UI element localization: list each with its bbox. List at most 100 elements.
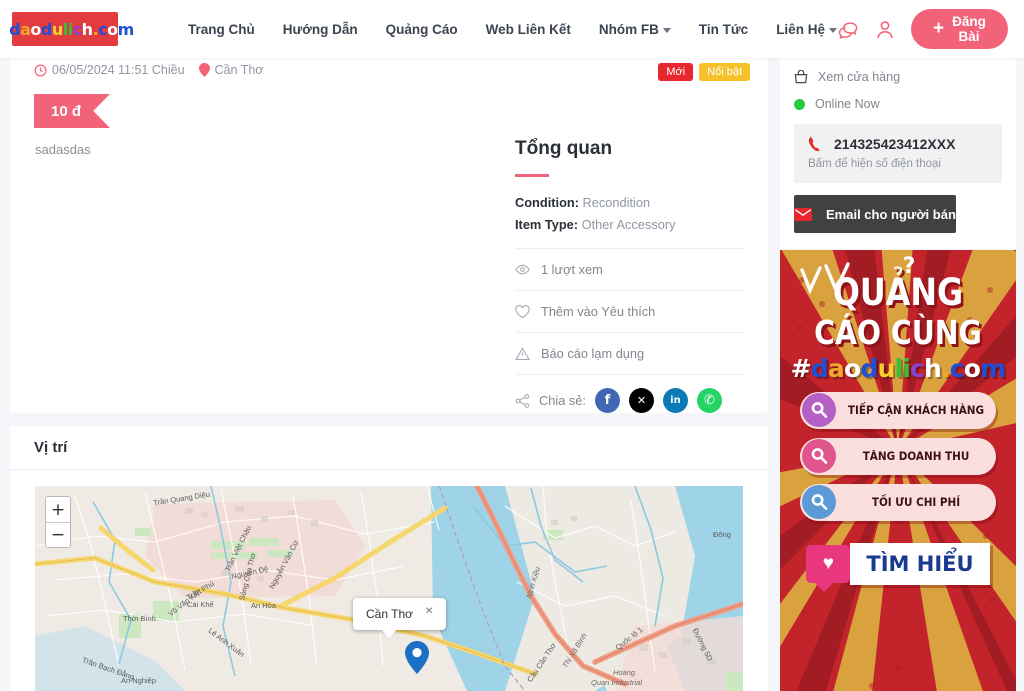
nav-item-5[interactable]: Tin Tức xyxy=(699,22,748,37)
online-status-label: Online Now xyxy=(815,97,880,111)
view-shop-label: Xem cửa hàng xyxy=(818,70,901,84)
map-location-marker[interactable] xyxy=(405,641,429,679)
logo-letter-2: a xyxy=(20,19,31,39)
email-seller-button[interactable]: Email cho người bán xyxy=(794,195,956,233)
listing-badges: Mới Nổi bật xyxy=(658,63,750,81)
envelope-icon xyxy=(794,207,812,221)
logo-letter-0: # xyxy=(790,353,812,383)
page-body: 06/05/2024 11:51 Chiều Cần Thơ Mới Nổi bậ… xyxy=(0,58,1024,691)
map-popup-close-icon[interactable]: ✕ xyxy=(425,607,433,617)
logo-letter-10: . xyxy=(941,353,950,383)
map-zoom-in-button[interactable]: + xyxy=(46,497,70,522)
ad-benefit-label: TIẾP CẬN KHÁCH HÀNG xyxy=(847,403,985,417)
logo-letter-2: a xyxy=(827,353,845,383)
shop-icon xyxy=(794,70,808,84)
listing-location: Cần Thơ xyxy=(198,63,264,77)
map-canvas xyxy=(35,486,743,691)
online-status-row: Online Now xyxy=(794,97,1002,111)
nav-item-label: Tin Tức xyxy=(698,21,749,37)
phone-icon xyxy=(808,136,820,152)
header-actions: + Đăng Bài xyxy=(837,9,1008,49)
map-pin-icon xyxy=(198,63,210,77)
nav-item-label: Trang Chủ xyxy=(188,21,255,37)
ad-logo: #daodulich.com xyxy=(780,354,1016,383)
map-zoom-controls: + − xyxy=(45,496,71,548)
ad-content: ? QUẢNG CÁO CÙNG #daodulich.com TIẾP CẬN… xyxy=(780,250,1016,691)
user-account-icon[interactable] xyxy=(875,19,895,40)
share-label: Chia sẻ: xyxy=(539,393,586,408)
logo-letter-8: c xyxy=(910,353,925,383)
share-x-button[interactable]: ✕ xyxy=(628,388,654,413)
chevron-down-icon xyxy=(828,27,837,33)
spec-label: Item Type: xyxy=(515,217,579,232)
location-card: Vị trí + − Trần Quang Diệu Nguyễn Đệ Ngu… xyxy=(10,426,768,691)
logo-letter-1: d xyxy=(9,19,21,39)
map-popup[interactable]: Cần Thơ ✕ xyxy=(353,598,447,638)
nav-item-4[interactable]: Nhóm FB xyxy=(599,22,671,37)
warning-icon xyxy=(515,346,530,360)
ad-benefit-list: TIẾP CẬN KHÁCH HÀNG TĂNG DOANH THU TỐI ƯU … xyxy=(780,391,1016,521)
nav-item-1[interactable]: Hướng Dẫn xyxy=(283,22,358,37)
logo-letter-4: d xyxy=(40,19,52,39)
share-icon xyxy=(515,393,530,408)
listing-meta: 06/05/2024 11:51 Chiều Cần Thơ xyxy=(34,63,264,77)
site-logo[interactable]: #daodulich.com xyxy=(0,12,134,46)
spec-value: Other Accessory xyxy=(578,217,676,232)
nav-item-label: Hướng Dẫn xyxy=(282,21,358,37)
spec-value: Recondition xyxy=(578,195,651,210)
logo-letter-3: o xyxy=(30,19,41,39)
spec-label: Condition: xyxy=(515,195,579,210)
listing-location-text: Cần Thơ xyxy=(214,63,264,77)
logo-letter-5: u xyxy=(877,353,895,383)
status-badge-1: Nổi bật xyxy=(699,63,750,81)
location-title: Vị trí xyxy=(10,426,768,470)
create-post-button[interactable]: + Đăng Bài xyxy=(910,9,1008,49)
magnifier-icon xyxy=(802,393,836,428)
report-abuse-row[interactable]: Báo cáo lạm dụng xyxy=(515,332,745,374)
nav-item-label: Nhóm FB xyxy=(598,21,659,37)
nav-item-0[interactable]: Trang Chủ xyxy=(188,22,255,37)
advertisement-banner[interactable]: ? QUẢNG CÁO CÙNG #daodulich.com TIẾP CẬN… xyxy=(780,250,1016,691)
phone-number: 214325423412XXX xyxy=(834,136,956,152)
ad-benefit-0[interactable]: TIẾP CẬN KHÁCH HÀNG xyxy=(800,391,996,429)
add-favorite-label: Thêm vào Yêu thích xyxy=(541,304,656,319)
share-linkedin-button[interactable]: in xyxy=(662,388,688,413)
phone-reveal-box[interactable]: 214325423412XXX Bấm để hiện số điện thoạ… xyxy=(794,124,1002,183)
view-shop-link[interactable]: Xem cửa hàng xyxy=(794,70,1002,84)
online-dot-icon xyxy=(794,98,805,110)
messages-icon[interactable] xyxy=(837,19,859,39)
clock-icon xyxy=(34,64,47,76)
spec-list: Condition: Recondition Item Type: Other A… xyxy=(515,195,745,232)
seller-contact-card: Xem cửa hàng Online Now 214325423412XXX … xyxy=(780,58,1016,249)
magnifier-icon xyxy=(802,439,836,474)
phone-number-row: 214325423412XXX xyxy=(808,136,988,152)
ad-benefit-label: TỐI ƯU CHI PHÍ xyxy=(871,495,961,509)
map-zoom-out-button[interactable]: − xyxy=(46,522,70,547)
logo-letter-12: o xyxy=(963,353,981,383)
share-facebook-button[interactable]: f xyxy=(594,388,620,413)
nav-item-label: Quảng Cáo xyxy=(385,21,458,37)
spec-row-0: Condition: Recondition xyxy=(515,195,745,210)
spec-row-1: Item Type: Other Accessory xyxy=(515,217,745,232)
nav-item-2[interactable]: Quảng Cáo xyxy=(386,22,458,37)
logo-letter-7: i xyxy=(902,353,911,383)
email-seller-label: Email cho người bán xyxy=(826,206,956,222)
nav-item-3[interactable]: Web Liên Kết xyxy=(486,22,571,37)
add-favorite-row[interactable]: Thêm vào Yêu thích xyxy=(515,290,745,332)
ad-benefit-2[interactable]: TỐI ƯU CHI PHÍ xyxy=(800,483,996,521)
listing-description: sadasdas xyxy=(35,142,91,157)
overview-title: Tổng quan xyxy=(515,138,613,159)
ad-cta-row[interactable]: ♥ TÌM HIỂU xyxy=(780,542,1016,592)
map-viewport[interactable]: + − Trần Quang Diệu Nguyễn Đệ Nguyễn Văn C… xyxy=(35,486,743,691)
ad-benefit-1[interactable]: TĂNG DOANH THU xyxy=(800,437,996,475)
listing-date: 06/05/2024 11:51 Chiều xyxy=(34,63,185,77)
nav-item-6[interactable]: Liên Hệ xyxy=(776,22,837,37)
logo-letter-8: c xyxy=(72,19,82,39)
eye-icon xyxy=(515,264,530,275)
share-whatsapp-button[interactable]: ✆ xyxy=(696,388,722,413)
ad-cta-button[interactable]: TÌM HIỂU xyxy=(850,542,990,585)
action-list: 1 lượt xem Thêm vào Yêu thích Báo cáo lạ… xyxy=(515,248,745,413)
ad-benefit-label: TĂNG DOANH THU xyxy=(862,449,970,463)
plus-icon: + xyxy=(932,17,945,39)
location-marker-icon xyxy=(405,641,429,674)
